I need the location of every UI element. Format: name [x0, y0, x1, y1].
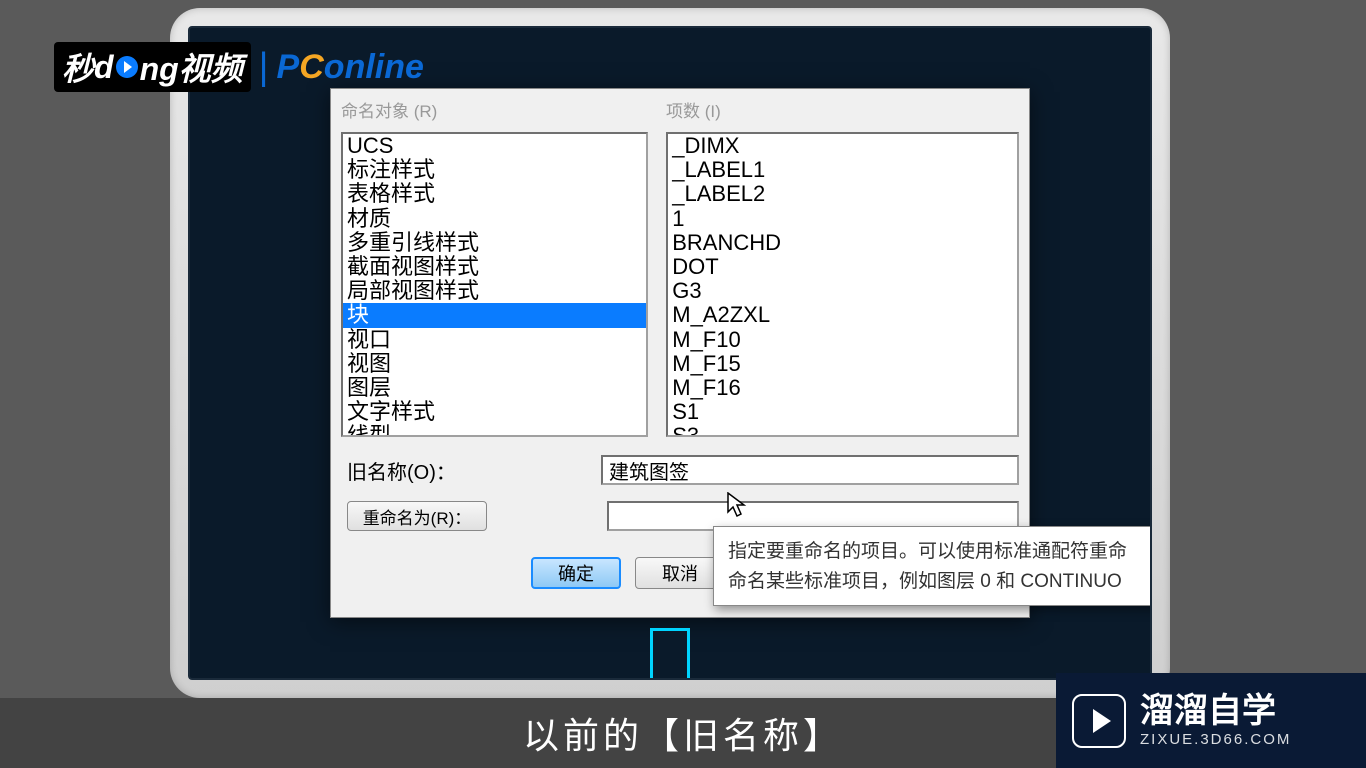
list-item[interactable]: 视口 — [343, 328, 646, 352]
list-item[interactable]: G3 — [668, 279, 1017, 303]
brand-title: 溜溜自学 — [1140, 693, 1291, 730]
play-icon — [1072, 694, 1126, 748]
list-item[interactable]: 局部视图样式 — [343, 279, 646, 303]
list-headers: 命名对象 (R) 项数 (I) — [331, 89, 1029, 122]
items-list[interactable]: _DIMX_LABEL1_LABEL21BRANCHDDOTG3M_A2ZXLM… — [666, 132, 1019, 437]
list-item[interactable]: M_A2ZXL — [668, 303, 1017, 327]
tooltip-line2: 命名某些标准项目，例如图层 0 和 CONTINUO — [728, 567, 1152, 597]
logo-separator: | — [259, 46, 269, 89]
list-item[interactable]: 图层 — [343, 376, 646, 400]
list-item[interactable]: BRANCHD — [668, 231, 1017, 255]
brand-url: ZIXUE.3D66.COM — [1140, 731, 1291, 748]
list-item[interactable]: 表格样式 — [343, 182, 646, 206]
watermark-logos: 秒dng视频 | PConline — [54, 42, 424, 92]
logo-miaodong: 秒dng视频 — [54, 42, 251, 92]
cancel-button[interactable]: 取消 — [635, 557, 725, 589]
list-item[interactable]: UCS — [343, 134, 646, 158]
left-list-header: 命名对象 (R) — [341, 97, 648, 122]
list-item[interactable]: DOT — [668, 255, 1017, 279]
play-icon — [116, 56, 138, 78]
old-name-input[interactable] — [601, 455, 1019, 485]
brand-watermark: 溜溜自学 ZIXUE.3D66.COM — [1056, 673, 1366, 768]
list-item[interactable]: 视图 — [343, 352, 646, 376]
list-item[interactable]: 截面视图样式 — [343, 255, 646, 279]
list-item[interactable]: M_F10 — [668, 328, 1017, 352]
rename-to-button[interactable]: 重命名为(R)： — [347, 501, 487, 531]
list-item[interactable]: M_F16 — [668, 376, 1017, 400]
old-name-label: 旧名称(O)： — [341, 456, 591, 485]
laptop-frame: 命名对象 (R) 项数 (I) UCS标注样式表格样式材质多重引线样式截面视图样… — [170, 8, 1170, 698]
logo-pconline: PConline — [277, 48, 424, 87]
list-item[interactable]: S1 — [668, 400, 1017, 424]
list-item[interactable]: 标注样式 — [343, 158, 646, 182]
list-item[interactable]: S3 — [668, 424, 1017, 437]
list-item[interactable]: M_F15 — [668, 352, 1017, 376]
list-item[interactable]: 材质 — [343, 207, 646, 231]
right-list-header: 项数 (I) — [666, 97, 1019, 122]
list-item[interactable]: 块 — [343, 303, 646, 327]
list-item[interactable]: _LABEL2 — [668, 182, 1017, 206]
list-item[interactable]: 文字样式 — [343, 400, 646, 424]
list-item[interactable]: 线型 — [343, 424, 646, 437]
tooltip-line1: 指定要重命名的项目。可以使用标准通配符重命 — [728, 537, 1152, 567]
tooltip: 指定要重命名的项目。可以使用标准通配符重命 命名某些标准项目，例如图层 0 和 … — [713, 526, 1152, 606]
named-objects-list[interactable]: UCS标注样式表格样式材质多重引线样式截面视图样式局部视图样式块视口视图图层文字… — [341, 132, 648, 437]
ok-button[interactable]: 确定 — [531, 557, 621, 589]
list-item[interactable]: 多重引线样式 — [343, 231, 646, 255]
laptop-screen: 命名对象 (R) 项数 (I) UCS标注样式表格样式材质多重引线样式截面视图样… — [188, 26, 1152, 680]
list-item[interactable]: 1 — [668, 207, 1017, 231]
screen-notch-accent — [650, 628, 690, 678]
list-item[interactable]: _LABEL1 — [668, 158, 1017, 182]
list-item[interactable]: _DIMX — [668, 134, 1017, 158]
